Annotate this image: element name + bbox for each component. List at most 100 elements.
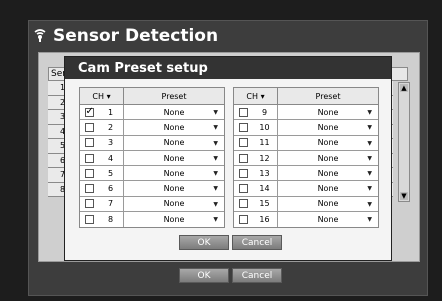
- preset-value: None: [163, 184, 185, 194]
- preset-select[interactable]: None ▼: [278, 136, 378, 150]
- background-scrollbar[interactable]: ▲ ▼: [398, 82, 410, 202]
- preset-row-ch4: 4 None ▼: [80, 150, 224, 167]
- channel-checkbox[interactable]: [84, 106, 94, 117]
- preset-row-ch12: 12 None ▼: [234, 150, 378, 167]
- channel-number: 11: [252, 135, 278, 150]
- preset-row-ch7: 7 None ▼: [80, 196, 224, 213]
- channel-checkbox[interactable]: [84, 184, 94, 194]
- dropdown-arrow-icon[interactable]: ▼: [213, 185, 218, 192]
- preset-value: None: [163, 215, 185, 225]
- ch-header-label: CH: [246, 91, 259, 101]
- channel-number: 10: [252, 120, 278, 135]
- channel-number: 12: [252, 150, 278, 166]
- channel-checkbox[interactable]: [238, 107, 248, 117]
- dropdown-arrow-icon[interactable]: ▼: [213, 155, 218, 162]
- channel-checkbox[interactable]: [238, 215, 248, 225]
- ch-column-header[interactable]: CH ▾: [234, 88, 278, 104]
- dialog-cancel-button[interactable]: Cancel: [232, 235, 282, 250]
- preset-row-ch9: 9 None ▼: [234, 105, 378, 121]
- channel-number: 16: [252, 212, 278, 228]
- channel-checkbox[interactable]: [238, 168, 248, 178]
- preset-row-ch15: 15 None ▼: [234, 196, 378, 213]
- preset-select[interactable]: None ▼: [278, 151, 378, 165]
- scroll-down-icon[interactable]: ▼: [400, 192, 408, 200]
- dropdown-arrow-icon[interactable]: ▼: [367, 109, 372, 116]
- preset-select[interactable]: None ▼: [278, 166, 378, 180]
- preset-value: None: [317, 122, 339, 132]
- sensor-icon: [33, 29, 47, 43]
- footer-ok-button[interactable]: OK: [179, 268, 229, 283]
- ch-header-label: CH: [92, 91, 105, 101]
- preset-row-ch5: 5 None ▼: [80, 166, 224, 182]
- preset-row-ch3: 3 None ▼: [80, 135, 224, 151]
- dropdown-arrow-icon[interactable]: ▼: [367, 201, 372, 208]
- preset-row-ch11: 11 None ▼: [234, 135, 378, 151]
- channel-number: 3: [98, 135, 124, 150]
- channel-number: 4: [98, 150, 124, 166]
- preset-row-ch13: 13 None ▼: [234, 166, 378, 182]
- preset-select[interactable]: None ▼: [278, 120, 378, 134]
- dropdown-arrow-icon[interactable]: ▼: [213, 124, 218, 131]
- cam-preset-dialog: Cam Preset setup CH ▾ Preset 1 None ▼ 2 N…: [64, 56, 392, 261]
- scroll-up-icon[interactable]: ▲: [400, 84, 408, 92]
- channel-checkbox[interactable]: [238, 199, 248, 209]
- preset-select[interactable]: None ▼: [278, 181, 378, 195]
- preset-value: None: [317, 153, 339, 163]
- preset-row-ch6: 6 None ▼: [80, 181, 224, 197]
- dropdown-arrow-icon[interactable]: ▼: [213, 170, 218, 177]
- preset-column-header: Preset: [315, 91, 341, 101]
- dropdown-arrow-icon[interactable]: ▼: [367, 124, 372, 131]
- preset-select[interactable]: None ▼: [278, 212, 378, 227]
- preset-select[interactable]: None ▼: [124, 151, 224, 165]
- preset-select[interactable]: None ▼: [124, 166, 224, 180]
- window-title-text: Sensor Detection: [53, 26, 219, 46]
- preset-select[interactable]: None ▼: [124, 105, 224, 119]
- preset-select[interactable]: None ▼: [124, 136, 224, 150]
- preset-select[interactable]: None ▼: [124, 197, 224, 211]
- footer-cancel-button[interactable]: Cancel: [232, 268, 282, 283]
- channel-number: 13: [252, 166, 278, 181]
- preset-value: None: [317, 215, 339, 225]
- grid-header: CH ▾ Preset: [80, 88, 224, 105]
- dropdown-arrow-icon[interactable]: ▼: [367, 170, 372, 177]
- channel-checkbox[interactable]: [84, 122, 94, 132]
- channel-number: 2: [98, 120, 124, 135]
- preset-value: None: [163, 138, 185, 148]
- preset-column-header: Preset: [161, 91, 187, 101]
- channel-checkbox[interactable]: [238, 153, 248, 163]
- channel-checkbox[interactable]: [84, 168, 94, 178]
- channel-checkbox[interactable]: [84, 153, 94, 163]
- preset-value: None: [163, 107, 185, 117]
- channel-checkbox[interactable]: [238, 184, 248, 194]
- dropdown-arrow-icon[interactable]: ▼: [213, 201, 218, 208]
- preset-select[interactable]: None ▼: [124, 181, 224, 195]
- dropdown-arrow-icon[interactable]: ▼: [367, 155, 372, 162]
- channel-checkbox[interactable]: [238, 122, 248, 132]
- preset-value: None: [317, 168, 339, 178]
- grid-header: CH ▾ Preset: [234, 88, 378, 105]
- preset-value: None: [163, 168, 185, 178]
- dialog-ok-button[interactable]: OK: [179, 235, 229, 250]
- dropdown-arrow-icon[interactable]: ▼: [367, 140, 372, 147]
- preset-row-ch1: 1 None ▼: [80, 105, 224, 121]
- sort-down-icon: ▾: [260, 91, 265, 101]
- dropdown-arrow-icon[interactable]: ▼: [367, 185, 372, 192]
- channel-number: 6: [98, 181, 124, 196]
- dropdown-arrow-icon[interactable]: ▼: [213, 109, 218, 116]
- preset-select[interactable]: None ▼: [278, 105, 378, 119]
- preset-grid-left: CH ▾ Preset 1 None ▼ 2 None ▼ 3 None ▼ 4 No…: [79, 87, 225, 229]
- ch-column-header[interactable]: CH ▾: [80, 88, 124, 104]
- preset-select[interactable]: None ▼: [278, 197, 378, 211]
- preset-select[interactable]: None ▼: [124, 120, 224, 134]
- channel-checkbox[interactable]: [84, 215, 94, 225]
- preset-select[interactable]: None ▼: [124, 212, 224, 227]
- preset-grid-right: CH ▾ Preset 9 None ▼ 10 None ▼ 11 None ▼ 12…: [233, 87, 379, 229]
- channel-checkbox[interactable]: [84, 138, 94, 148]
- dropdown-arrow-icon[interactable]: ▼: [213, 216, 218, 223]
- channel-checkbox[interactable]: [238, 138, 248, 148]
- channel-number: 1: [98, 105, 124, 120]
- dropdown-arrow-icon[interactable]: ▼: [367, 216, 372, 223]
- channel-number: 5: [98, 166, 124, 181]
- dropdown-arrow-icon[interactable]: ▼: [213, 140, 218, 147]
- channel-checkbox[interactable]: [84, 199, 94, 209]
